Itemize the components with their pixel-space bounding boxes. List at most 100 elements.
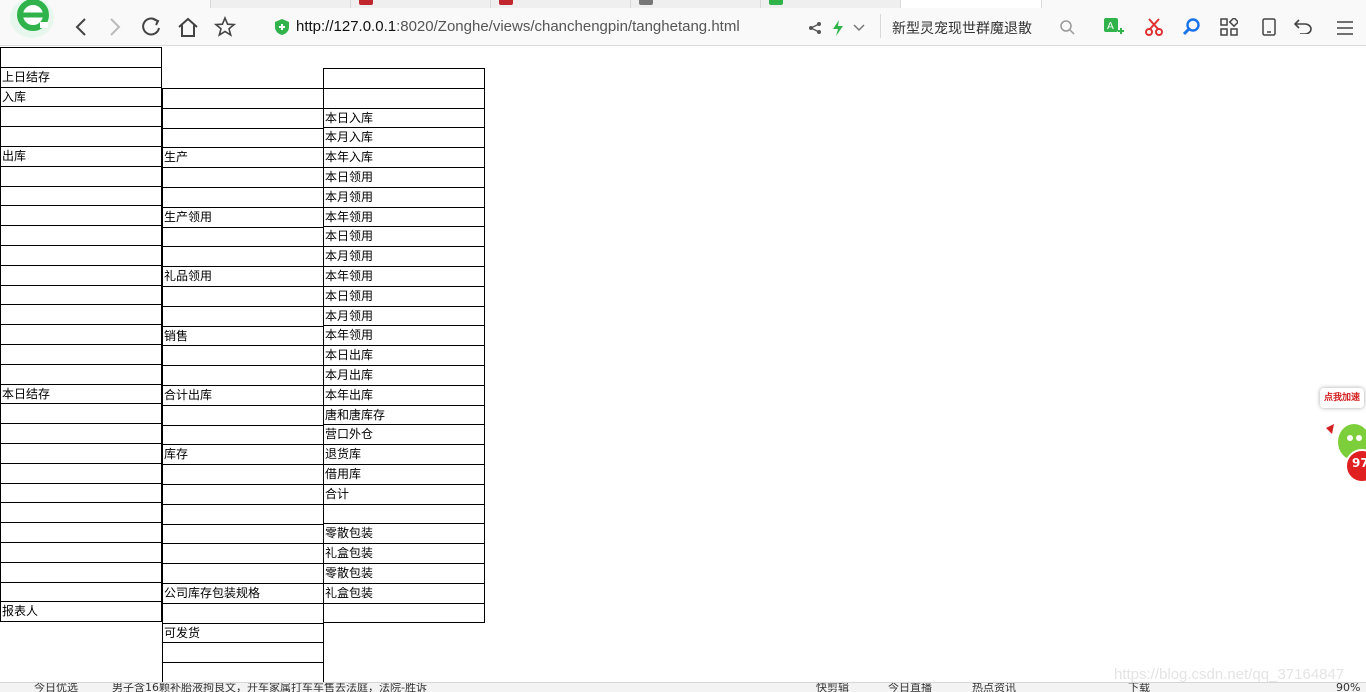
table-cell: 本月领用 — [323, 305, 485, 327]
undo-icon[interactable] — [1294, 18, 1312, 34]
tablet-icon[interactable] — [1262, 18, 1276, 36]
table-cell: 上日结存 — [0, 66, 162, 88]
table-cell: 礼盒包装 — [323, 582, 485, 604]
table-cell — [0, 205, 162, 227]
table-column-2: 生产 生产领用 礼品领用 销售 合计出库 库存 公司库存包装规格 可发货 — [162, 88, 324, 682]
search-suggestion[interactable]: 新型灵宠现世群魔退散 — [892, 18, 1032, 38]
table-cell: 本日入库 — [323, 107, 485, 129]
table-cell: 本年出库 — [323, 384, 485, 406]
table-cell — [162, 246, 324, 268]
table-cell — [0, 363, 162, 385]
forward-button[interactable] — [102, 14, 128, 40]
table-cell — [162, 523, 324, 545]
table-cell — [162, 424, 324, 446]
tab[interactable] — [630, 0, 762, 8]
table-cell — [0, 304, 162, 326]
url-host: http://127.0.0.1 — [296, 18, 397, 35]
back-icon — [75, 18, 86, 36]
zoom-level[interactable]: 90% — [1336, 683, 1360, 692]
table-cell — [323, 602, 485, 624]
table-cell: 合计出库 — [162, 384, 324, 406]
live-link[interactable]: 今日直播 — [888, 683, 932, 692]
table-cell: 礼品领用 — [162, 266, 324, 287]
search-icon[interactable] — [1060, 20, 1075, 35]
table-cell: 本日领用 — [323, 285, 485, 307]
table-cell: 本年领用 — [323, 325, 485, 347]
page-content: 上日结存 入库 出库 本日结存 报表人 生产 生产领用 礼品领用 销售 合计出库 库存 公司库存包装… — [0, 46, 1366, 682]
table-cell: 本月领用 — [323, 186, 485, 208]
back-button[interactable] — [68, 14, 94, 40]
table-cell — [162, 602, 324, 624]
translate-icon[interactable]: A — [1103, 17, 1125, 37]
table-cell — [0, 343, 162, 365]
table-cell: 本年领用 — [323, 206, 485, 228]
chevron-down-icon[interactable] — [853, 24, 865, 32]
menu-icon[interactable] — [1337, 21, 1353, 35]
speed-up-widget[interactable]: 点我加速 97 — [1318, 386, 1366, 490]
table-cell — [0, 462, 162, 484]
scissors-icon[interactable] — [1145, 18, 1163, 36]
tab[interactable] — [210, 0, 352, 8]
mascot-icon — [1326, 424, 1366, 483]
table-cell: 销售 — [162, 325, 324, 347]
table-cell — [323, 68, 485, 89]
table-cell — [162, 563, 324, 584]
speed-up-badge[interactable]: 点我加速 — [1320, 388, 1365, 408]
table-cell: 本日出库 — [323, 345, 485, 366]
apps-icon[interactable] — [1220, 18, 1238, 36]
table-cell — [0, 581, 162, 603]
address-bar[interactable]: http://127.0.0.1:8020/Zonghe/views/chanc… — [258, 11, 878, 43]
table-cell — [162, 285, 324, 307]
browser-toolbar: http://127.0.0.1:8020/Zonghe/views/chanc… — [0, 0, 1366, 46]
home-button[interactable] — [175, 14, 201, 40]
table-cell — [0, 126, 162, 147]
table-cell — [162, 186, 324, 208]
table-cell — [0, 482, 162, 504]
star-icon — [214, 16, 236, 37]
tab[interactable] — [760, 0, 902, 8]
tab-active[interactable] — [900, 0, 1042, 8]
table-cell: 库存 — [162, 444, 324, 466]
refresh-button[interactable] — [138, 14, 164, 40]
table-cell — [0, 423, 162, 444]
bookmark-button[interactable] — [212, 14, 238, 40]
shield-icon — [275, 19, 289, 35]
download-link[interactable]: 下载 — [1128, 683, 1150, 692]
news-ticker[interactable]: 男子含16颗补胎液拘良文，开车家属打车车售去法庭，法院-胜诉 — [112, 683, 427, 692]
table-cell: 本日领用 — [323, 166, 485, 188]
hot-news-link[interactable]: 热点资讯 — [972, 683, 1016, 692]
tab[interactable] — [490, 0, 632, 8]
quick-edit-link[interactable]: 快剪辑 — [816, 683, 849, 692]
table-cell: 营口外仓 — [323, 424, 485, 446]
table-cell: 生产领用 — [162, 206, 324, 228]
share-icon[interactable] — [808, 21, 822, 35]
table-cell: 出库 — [0, 145, 162, 167]
address-url[interactable]: http://127.0.0.1:8020/Zonghe/views/chanc… — [296, 18, 740, 35]
bolt-icon[interactable] — [832, 20, 844, 36]
table-cell: 本月领用 — [323, 246, 485, 267]
table-cell — [162, 88, 324, 109]
magnifier-icon[interactable] — [1183, 18, 1201, 36]
table-cell: 生产 — [162, 147, 324, 169]
tab[interactable] — [350, 0, 492, 8]
table-cell: 入库 — [0, 86, 162, 108]
logo-e-icon[interactable] — [10, 0, 58, 40]
table-cell: 本日结存 — [0, 383, 162, 405]
table-cell — [162, 365, 324, 386]
table-column-3: 本日入库 本月入库 本年入库 本日领用 本月领用 本年领用 本日领用 本月领用 本年领用 本日领用… — [323, 68, 485, 624]
table-cell: 公司库存包装规格 — [162, 582, 324, 604]
speed-up-count: 97 — [1352, 456, 1366, 470]
refresh-icon — [142, 17, 160, 36]
table-cell: 借用库 — [323, 463, 485, 485]
table-cell — [0, 442, 162, 464]
table-cell — [323, 503, 485, 525]
table-cell — [0, 244, 162, 266]
table-cell: 退货库 — [323, 444, 485, 465]
table-column-1: 上日结存 入库 出库 本日结存 报表人 — [0, 47, 162, 623]
today-picks-link[interactable]: 今日优选 — [34, 683, 78, 692]
home-icon — [178, 17, 198, 37]
table-cell: 本月出库 — [323, 364, 485, 386]
table-cell — [0, 225, 162, 246]
table-cell: 本月入库 — [323, 127, 485, 149]
table-cell — [0, 284, 162, 306]
